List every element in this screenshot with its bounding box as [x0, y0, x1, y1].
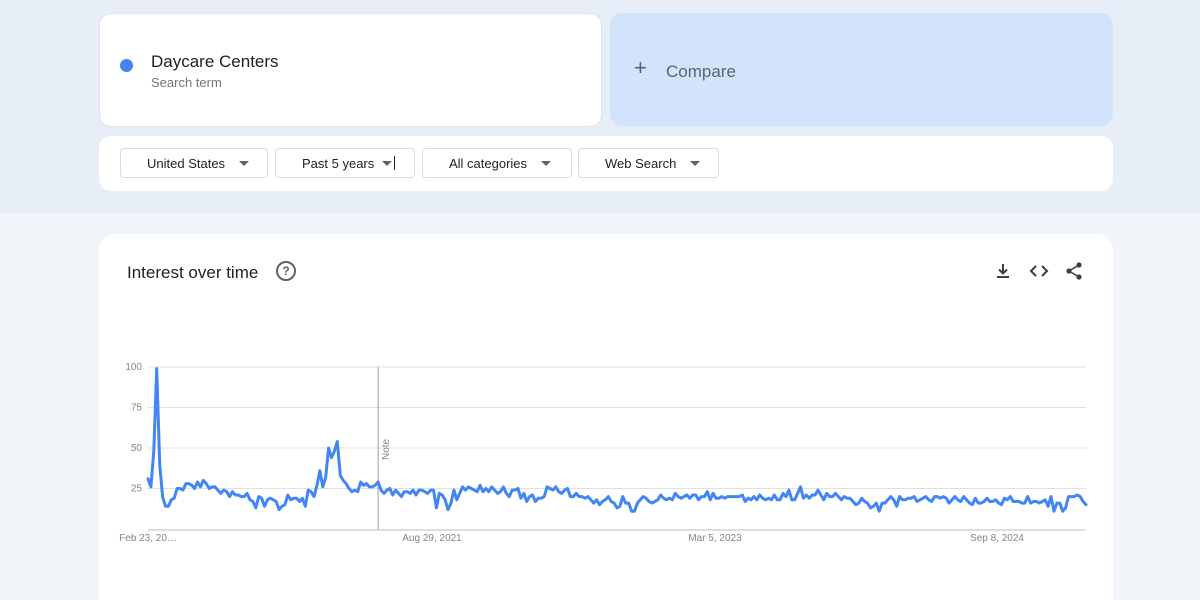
- x-tick-label: Sep 8, 2024: [970, 533, 1024, 544]
- category-filter[interactable]: All categories: [422, 148, 572, 178]
- interest-over-time-card: Interest over time ? 100 75 50 25 Feb 23, 2…: [99, 234, 1113, 600]
- search-type-filter[interactable]: Web Search: [578, 148, 719, 178]
- text-cursor: [394, 156, 396, 170]
- x-tick-label: Aug 29, 2021: [402, 533, 462, 544]
- region-filter[interactable]: United States: [120, 148, 268, 178]
- chevron-down-icon: [541, 160, 552, 166]
- search-term-name[interactable]: Daycare Centers: [151, 52, 279, 72]
- chevron-down-icon: [690, 160, 701, 166]
- series-color-dot: [120, 59, 133, 72]
- x-tick-label: Feb 23, 20…: [119, 533, 177, 544]
- note-marker-label[interactable]: Note: [381, 438, 392, 460]
- time-range-filter-label: Past 5 years: [302, 155, 375, 171]
- y-tick-label: 50: [131, 443, 143, 454]
- series-line-daycare-centers[interactable]: [146, 367, 1088, 513]
- filter-bar: United States Past 5 years All categorie…: [99, 136, 1113, 191]
- y-tick-label: 75: [131, 403, 143, 414]
- plus-icon: +: [634, 55, 647, 80]
- time-range-filter[interactable]: Past 5 years: [275, 148, 415, 178]
- chevron-down-icon: [239, 160, 250, 166]
- chevron-down-icon: [382, 160, 393, 166]
- region-filter-label: United States: [147, 155, 226, 171]
- category-filter-label: All categories: [449, 155, 528, 171]
- y-tick-label: 25: [131, 484, 143, 495]
- y-tick-label: 100: [125, 362, 142, 373]
- search-term-subtitle: Search term: [151, 75, 222, 90]
- interest-chart: 100 75 50 25 Feb 23, 20… Aug 29, 2021 Mar 5, …: [119, 362, 1088, 544]
- compare-button[interactable]: + Compare: [610, 13, 1113, 126]
- x-tick-label: Mar 5, 2023: [688, 533, 742, 544]
- search-type-filter-label: Web Search: [605, 155, 677, 171]
- search-term-card[interactable]: Daycare Centers Search term: [99, 13, 602, 127]
- compare-label: Compare: [666, 62, 736, 81]
